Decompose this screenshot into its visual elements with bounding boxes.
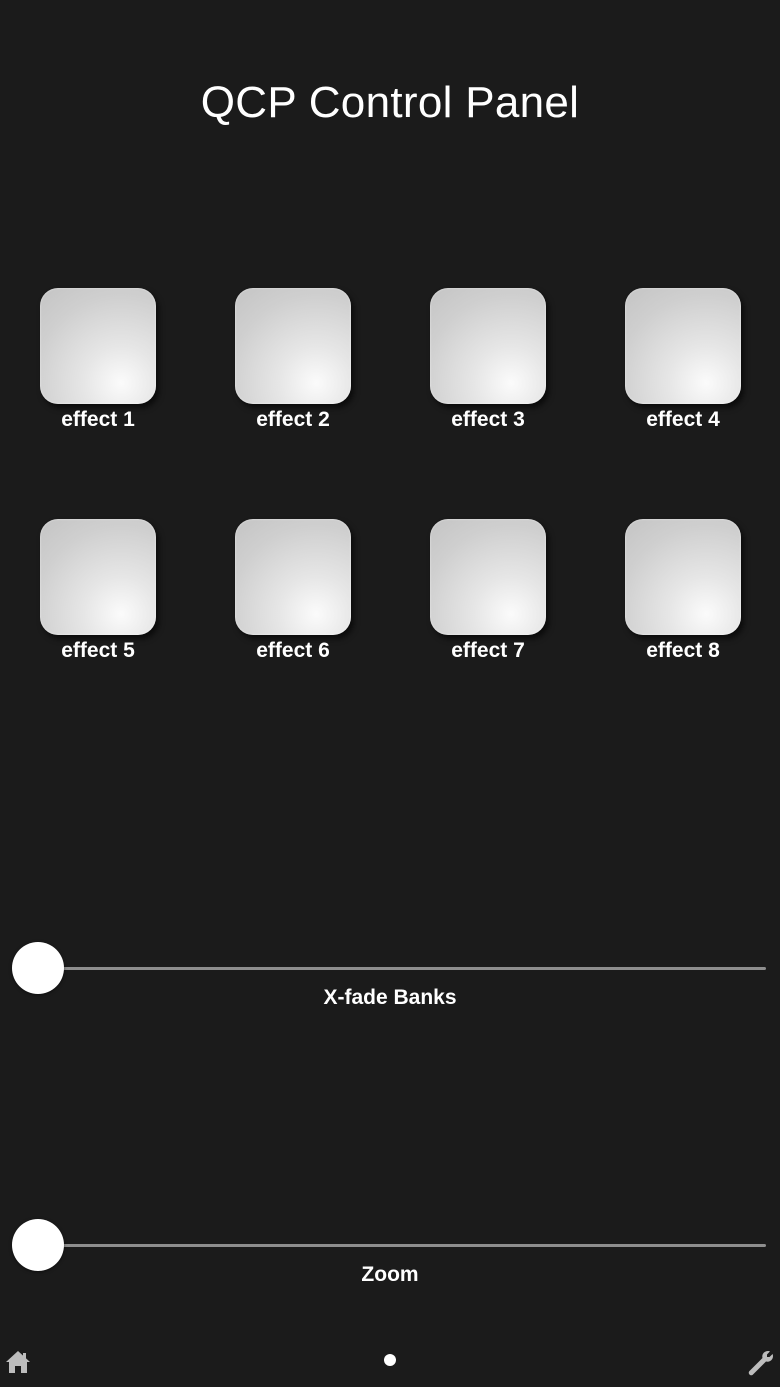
effect-2-label: effect 2 xyxy=(256,408,330,431)
effect-pad-8: effect 8 xyxy=(603,519,763,679)
effect-5-label: effect 5 xyxy=(61,639,135,662)
effect-6-label: effect 6 xyxy=(256,639,330,662)
page-title: QCP Control Panel xyxy=(200,78,580,127)
effect-5-button[interactable] xyxy=(40,519,156,635)
zoom-track[interactable] xyxy=(38,1244,766,1247)
xfade-banks-slider[interactable]: X-fade Banks xyxy=(12,942,768,1022)
effect-3-button[interactable] xyxy=(430,288,546,404)
effect-pad-7: effect 7 xyxy=(408,519,568,679)
effect-7-button[interactable] xyxy=(430,519,546,635)
effect-pad-5: effect 5 xyxy=(18,519,178,679)
effect-1-button[interactable] xyxy=(40,288,156,404)
zoom-slider[interactable]: Zoom xyxy=(12,1219,768,1299)
effect-pad-2: effect 2 xyxy=(213,288,373,448)
effect-2-button[interactable] xyxy=(235,288,351,404)
effect-8-button[interactable] xyxy=(625,519,741,635)
effect-pad-1: effect 1 xyxy=(18,288,178,448)
zoom-label: Zoom xyxy=(361,1263,419,1286)
effect-8-label: effect 8 xyxy=(646,639,720,662)
xfade-banks-label: X-fade Banks xyxy=(323,986,457,1009)
effect-4-label: effect 4 xyxy=(646,408,720,431)
effect-pad-6: effect 6 xyxy=(213,519,373,679)
effect-pad-4: effect 4 xyxy=(603,288,763,448)
xfade-banks-track[interactable] xyxy=(38,967,766,970)
effect-3-label: effect 3 xyxy=(451,408,525,431)
home-icon[interactable] xyxy=(4,1348,32,1376)
effect-1-label: effect 1 xyxy=(61,408,135,431)
effect-pad-3: effect 3 xyxy=(408,288,568,448)
effect-7-label: effect 7 xyxy=(451,639,525,662)
page-indicator-dot xyxy=(384,1354,396,1366)
effect-4-button[interactable] xyxy=(625,288,741,404)
effect-6-button[interactable] xyxy=(235,519,351,635)
wrench-icon[interactable] xyxy=(746,1348,776,1378)
